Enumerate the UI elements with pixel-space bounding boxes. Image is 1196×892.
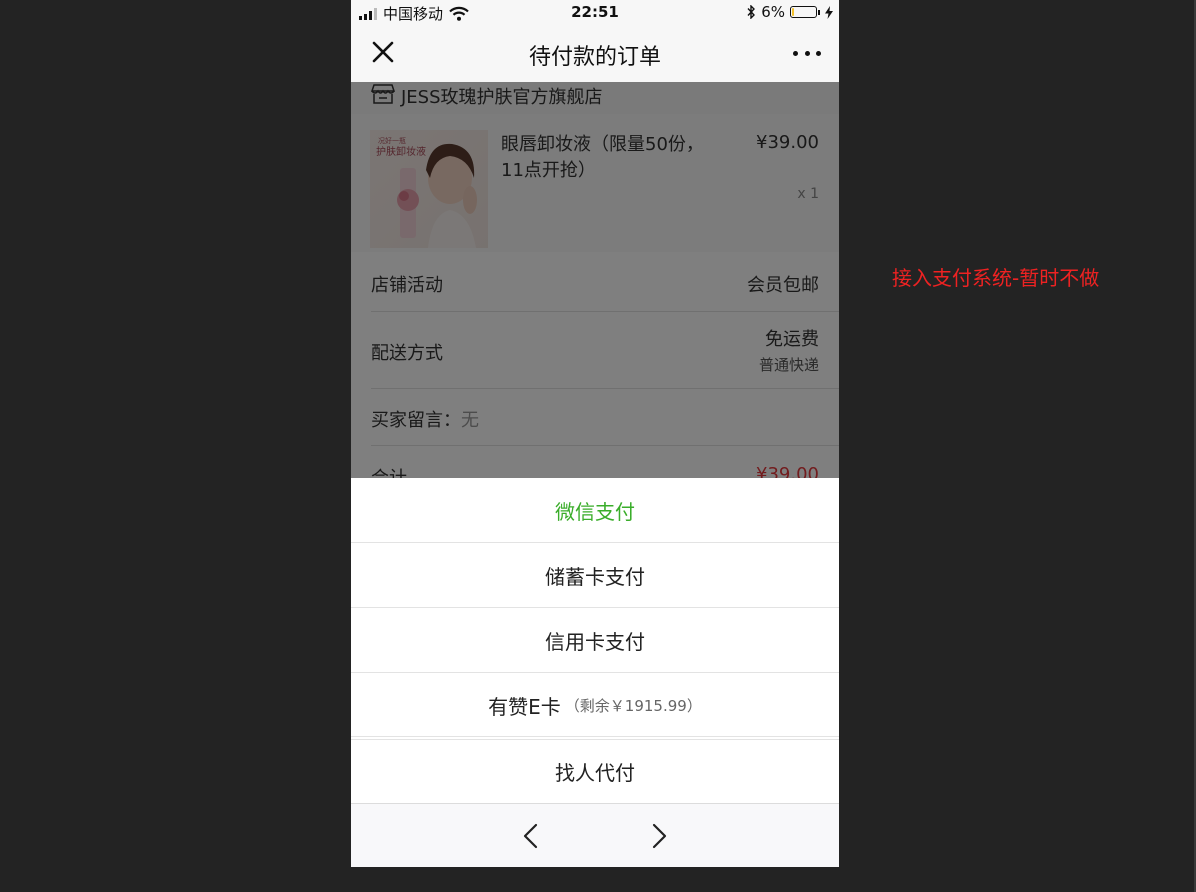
design-annotation: 接入支付系统-暂时不做: [892, 266, 1100, 290]
phone-screen: 中国移动 22:51 6% 待付款的订单 微信支付 储蓄卡支付 信用卡支付 有赞…: [351, 0, 839, 867]
credit-card-pay-option[interactable]: 信用卡支付: [351, 608, 839, 672]
chevron-left-icon[interactable]: [515, 820, 547, 852]
pay-for-me-option[interactable]: 找人代付: [351, 740, 839, 802]
status-bar: 中国移动 22:51 6%: [351, 0, 839, 24]
more-icon[interactable]: [793, 41, 821, 65]
chevron-right-icon[interactable]: [643, 820, 675, 852]
battery-icon: [790, 6, 817, 18]
battery-fill: [792, 8, 794, 16]
battery-cap: [818, 9, 820, 15]
modal-overlay[interactable]: [351, 82, 839, 478]
divider: [351, 736, 839, 737]
charging-icon: [825, 5, 833, 19]
payment-action-sheet: 微信支付 储蓄卡支付 信用卡支付 有赞E卡 （剩余￥1915.99） 找人代付: [351, 478, 839, 867]
debit-card-pay-option[interactable]: 储蓄卡支付: [351, 543, 839, 607]
page-title: 待付款的订单: [528, 45, 661, 70]
e-card-balance: （剩余￥1915.99）: [564, 696, 702, 715]
nav-bar: 待付款的订单: [351, 24, 839, 83]
status-right: 6%: [746, 3, 833, 21]
bluetooth-icon: [747, 5, 756, 19]
battery-percent: 6%: [761, 3, 785, 21]
browser-toolbar: [351, 803, 839, 867]
e-card-pay-option[interactable]: 有赞E卡 （剩余￥1915.99）: [351, 673, 839, 737]
e-card-label: 有赞E卡: [488, 694, 561, 719]
wechat-pay-option[interactable]: 微信支付: [351, 478, 839, 542]
